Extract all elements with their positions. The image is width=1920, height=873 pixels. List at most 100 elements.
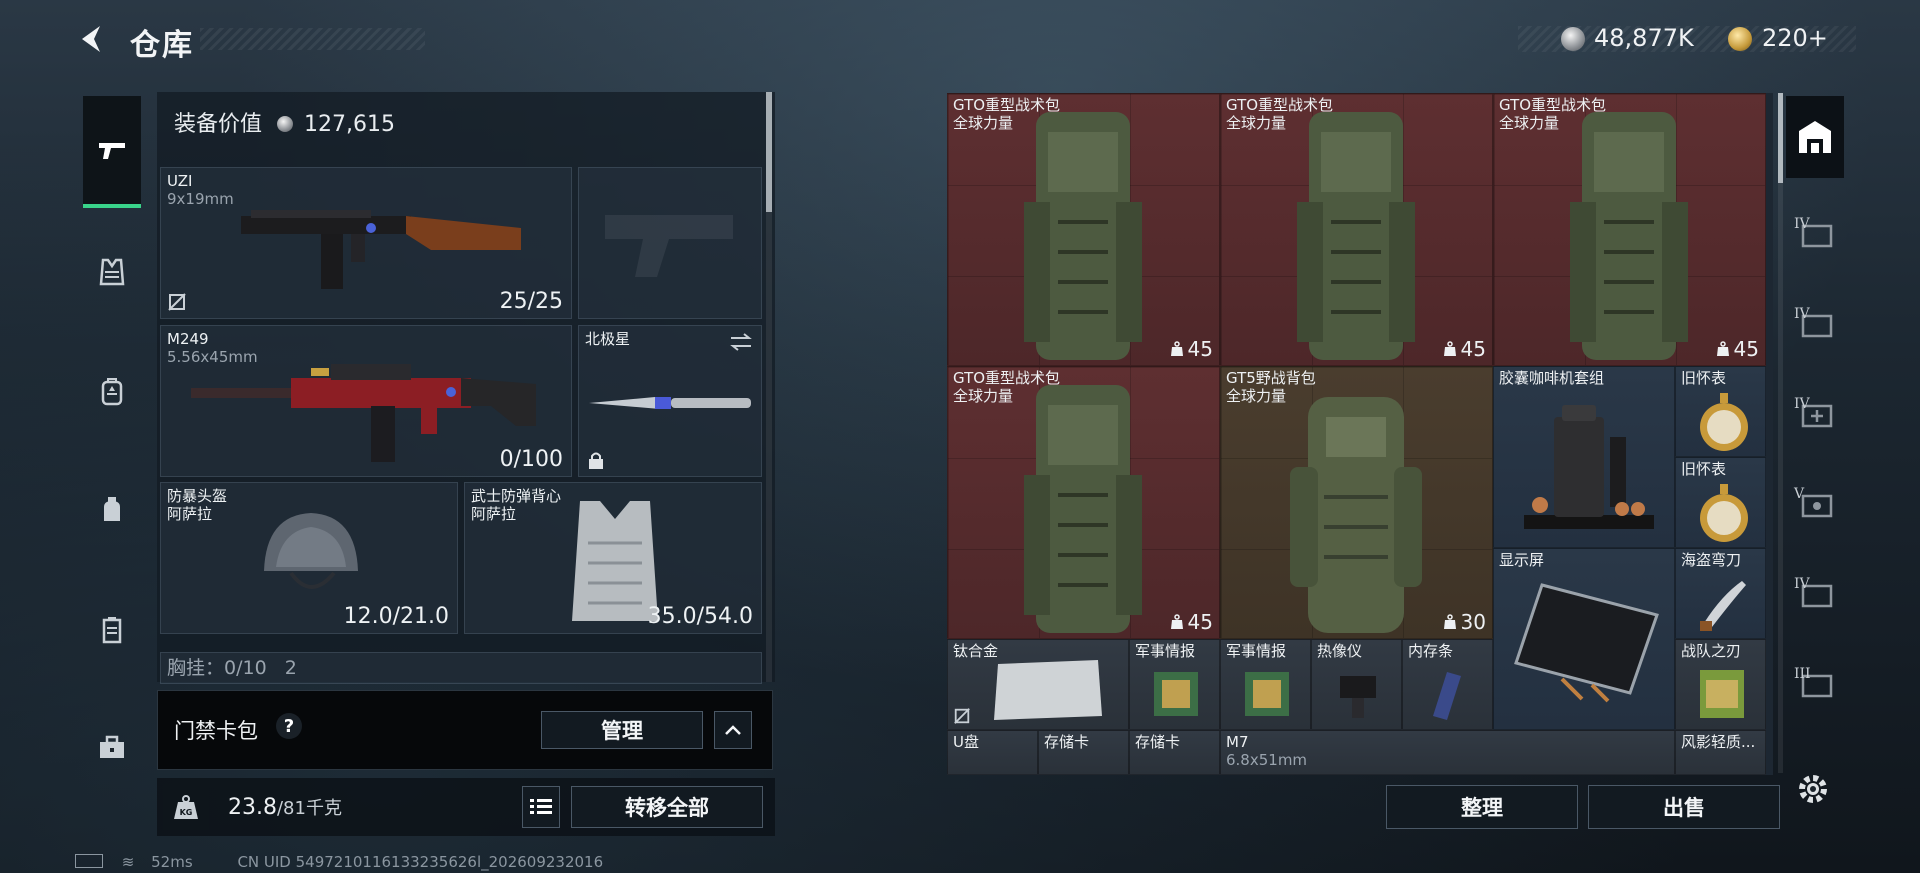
slot-chest-rig[interactable]: 胸挂：0/10 2 xyxy=(160,652,762,684)
swap-icon[interactable] xyxy=(729,332,753,352)
tab-warehouse[interactable] xyxy=(1786,96,1844,178)
ram-stick-image xyxy=(1433,672,1461,720)
helmet-image xyxy=(264,513,358,589)
help-button[interactable]: ? xyxy=(276,713,302,739)
pouch-icon xyxy=(104,497,120,521)
storage-item[interactable]: GTO重型战术包 全球力量 45 xyxy=(1493,93,1766,366)
vest-icon xyxy=(99,258,125,286)
silver-amount: 48,877K xyxy=(1594,24,1694,52)
storage-item[interactable]: 胶囊咖啡机套组 xyxy=(1493,366,1675,548)
transfer-all-button[interactable]: 转移全部 xyxy=(571,786,763,828)
equipment-value-amount: 127,615 xyxy=(304,112,395,137)
svg-text:KG: KG xyxy=(180,808,193,817)
storage-item[interactable]: U盘 xyxy=(947,730,1038,775)
list-view-button[interactable] xyxy=(522,786,560,828)
storage-scrollbar[interactable] xyxy=(1778,93,1783,773)
wifi-icon: ≋ xyxy=(121,853,135,871)
armor-name: 武士防弹背心 xyxy=(471,487,562,505)
tab-pouch[interactable] xyxy=(83,456,141,564)
left-nav xyxy=(75,88,150,818)
storage-scroll-thumb[interactable] xyxy=(1778,93,1783,183)
storage-grid: GTO重型战术包 全球力量 45 GTO重型战术包 全球力量 45 GTO重型战术包… xyxy=(947,93,1773,775)
slot-primary-weapon[interactable]: UZI 9x19mm 25/25 xyxy=(160,167,572,319)
tab-case-3[interactable]: IV xyxy=(1786,372,1844,454)
capacity-icon xyxy=(1170,614,1183,629)
slot-melee[interactable]: 北极星 xyxy=(578,325,762,477)
storage-item[interactable]: 存储卡 xyxy=(1129,730,1220,775)
storage-item[interactable]: 军事情报 xyxy=(1129,639,1220,730)
storage-item[interactable]: 显示屏 xyxy=(1493,548,1675,730)
capacity-icon xyxy=(1443,341,1456,356)
manage-button[interactable]: 管理 xyxy=(541,711,703,749)
sell-button[interactable]: 出售 xyxy=(1588,785,1780,829)
tab-toolbox[interactable] xyxy=(83,694,141,802)
storage-item[interactable]: 内存条 xyxy=(1402,639,1493,730)
coffee-machine-image xyxy=(1524,405,1654,529)
chest-rig-extra: 2 xyxy=(284,657,297,679)
storage-item[interactable]: 钛合金 xyxy=(947,639,1129,730)
tab-case-4[interactable]: V xyxy=(1786,462,1844,544)
settings-gear-icon[interactable] xyxy=(1794,770,1832,808)
storage-item[interactable]: 军事情报 xyxy=(1220,639,1311,730)
storage-item[interactable]: 存储卡 xyxy=(1038,730,1129,775)
storage-item[interactable]: GTO重型战术包 全球力量 45 xyxy=(1220,93,1493,366)
tab-case-1[interactable]: IV xyxy=(1786,192,1844,274)
storage-item[interactable]: 旧怀表 xyxy=(1675,366,1766,457)
storage-item[interactable]: 热像仪 xyxy=(1311,639,1402,730)
tab-case-5[interactable]: IV xyxy=(1786,552,1844,634)
back-arrow-icon[interactable] xyxy=(74,22,108,56)
title-decoration xyxy=(200,28,425,50)
slot-heavy-weapon[interactable]: M249 5.56x45mm 0/100 xyxy=(160,325,572,477)
list-icon xyxy=(530,799,552,814)
field-backpack-image xyxy=(1290,397,1422,633)
storage-item[interactable]: 海盗弯刀 xyxy=(1675,548,1766,639)
helmet-brand: 阿萨拉 xyxy=(167,505,213,523)
tab-backpack[interactable] xyxy=(83,338,141,446)
tab-case-2[interactable]: IV xyxy=(1786,282,1844,364)
storage-item[interactable]: GTO重型战术包 全球力量 45 xyxy=(947,93,1220,366)
tactical-backpack-image xyxy=(1570,112,1688,360)
slot-helmet[interactable]: 防暴头盔 阿萨拉 12.0/21.0 xyxy=(160,482,458,634)
storage-item[interactable]: 战队之刃 xyxy=(1675,639,1766,730)
armor-durability: 35.0/54.0 xyxy=(647,604,753,629)
pistol-placeholder-icon xyxy=(605,215,733,277)
equipment-scroll-thumb[interactable] xyxy=(766,92,772,212)
ammo-count: 25/25 xyxy=(499,289,563,314)
sort-button[interactable]: 整理 xyxy=(1386,785,1578,829)
melee-name: 北极星 xyxy=(585,330,631,348)
weight-capacity: /81千克 xyxy=(276,798,342,819)
machete-image xyxy=(1700,581,1746,631)
thermal-imager-image xyxy=(1340,676,1376,718)
tab-case[interactable] xyxy=(83,576,141,684)
helmet-name: 防暴头盔 xyxy=(167,487,228,505)
tactical-backpack-image xyxy=(1024,385,1142,633)
tab-weapons[interactable] xyxy=(83,96,141,208)
equipment-value-label: 装备价值 xyxy=(174,112,263,137)
intel-chip-image xyxy=(1154,672,1198,716)
slot-secondary-empty[interactable] xyxy=(578,167,762,319)
uid-text: CN UID 5497210116133235626l_202609232016 xyxy=(237,853,604,871)
tab-vest[interactable] xyxy=(83,218,141,326)
card-bag-label: 门禁卡包 xyxy=(174,719,258,743)
capacity-icon xyxy=(1170,341,1183,356)
capacity-icon xyxy=(1716,341,1729,356)
collapse-button[interactable] xyxy=(714,711,752,749)
storage-item[interactable]: GTO重型战术包 全球力量 45 xyxy=(947,366,1220,639)
tactical-backpack-image xyxy=(1024,112,1142,360)
storage-item[interactable]: M7 6.8x51mm xyxy=(1220,730,1675,775)
case-icon xyxy=(102,617,122,644)
armor-brand: 阿萨拉 xyxy=(471,505,517,523)
storage-item[interactable]: GT5野战背包 全球力量 30 xyxy=(1220,366,1493,639)
chest-rig-label: 胸挂：0/10 xyxy=(167,657,267,679)
tactical-backpack-image xyxy=(1297,112,1415,360)
kg-weight-icon: KG xyxy=(174,795,198,819)
toolbox-icon xyxy=(100,735,124,758)
gold-coin-icon xyxy=(1728,27,1752,51)
weight-icon-box: KG xyxy=(163,784,209,830)
tab-case-6[interactable]: III xyxy=(1786,642,1844,724)
storage-item[interactable]: 旧怀表 xyxy=(1675,457,1766,548)
weapon-caliber: 9x19mm xyxy=(167,190,234,208)
storage-item[interactable]: 风影轻质... xyxy=(1675,730,1766,775)
slot-armor[interactable]: 武士防弹背心 阿萨拉 35.0/54.0 xyxy=(464,482,762,634)
gold-amount[interactable]: 220+ xyxy=(1762,24,1828,52)
